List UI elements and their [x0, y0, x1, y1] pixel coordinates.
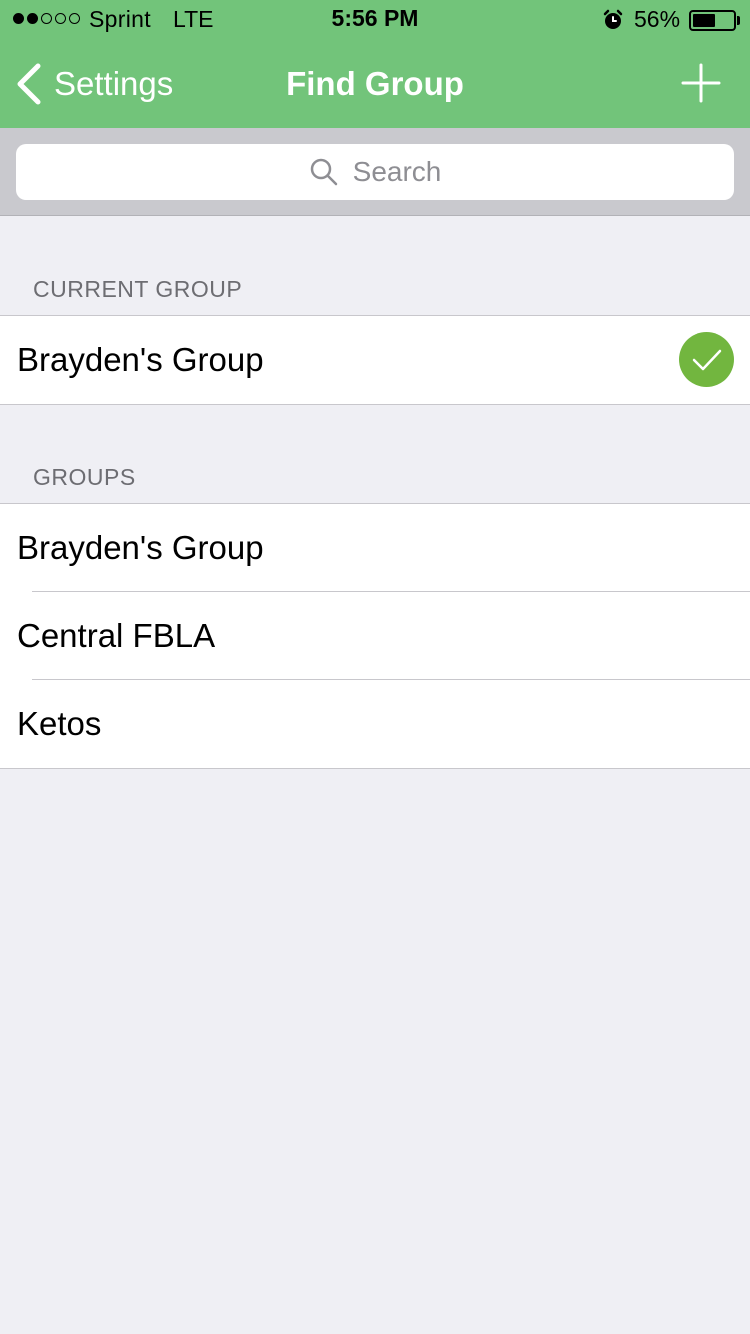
search-bar: Search: [0, 128, 750, 216]
group-row-braydens-group[interactable]: Brayden's Group: [0, 504, 750, 592]
checkmark-glyph: [692, 349, 721, 370]
search-input[interactable]: Search: [16, 144, 734, 200]
group-row-ketos[interactable]: Ketos: [0, 679, 750, 768]
search-icon: [310, 158, 337, 186]
header-area: Sprint LTE 5:56 PM 56% Settings Find Gro…: [0, 0, 750, 128]
page-title: Find Group: [286, 65, 464, 102]
current-group-name: Brayden's Group: [17, 341, 264, 378]
groups-list: Brayden's Group Central FBLA Ketos: [0, 503, 750, 769]
navigation-bar: Settings Find Group: [0, 40, 750, 128]
group-name: Brayden's Group: [17, 529, 264, 566]
alarm-clock-icon: [603, 9, 623, 29]
current-group-row[interactable]: Brayden's Group: [0, 316, 750, 404]
status-bar: Sprint LTE 5:56 PM 56%: [0, 0, 750, 40]
current-group-list: Brayden's Group: [0, 315, 750, 405]
search-placeholder: Search: [352, 156, 442, 187]
battery-percent: 56%: [634, 6, 681, 32]
group-name: Central FBLA: [17, 617, 216, 654]
plus-icon[interactable]: [680, 62, 722, 104]
group-name: Ketos: [17, 705, 102, 742]
battery-icon: [689, 10, 736, 31]
section-header-groups: GROUPS: [33, 464, 136, 490]
checkmark-icon: [679, 332, 734, 387]
group-row-central-fbla[interactable]: Central FBLA: [0, 591, 750, 680]
battery-fill: [693, 14, 715, 27]
battery-nub: [737, 16, 740, 25]
section-header-current-group: CURRENT GROUP: [33, 276, 243, 302]
